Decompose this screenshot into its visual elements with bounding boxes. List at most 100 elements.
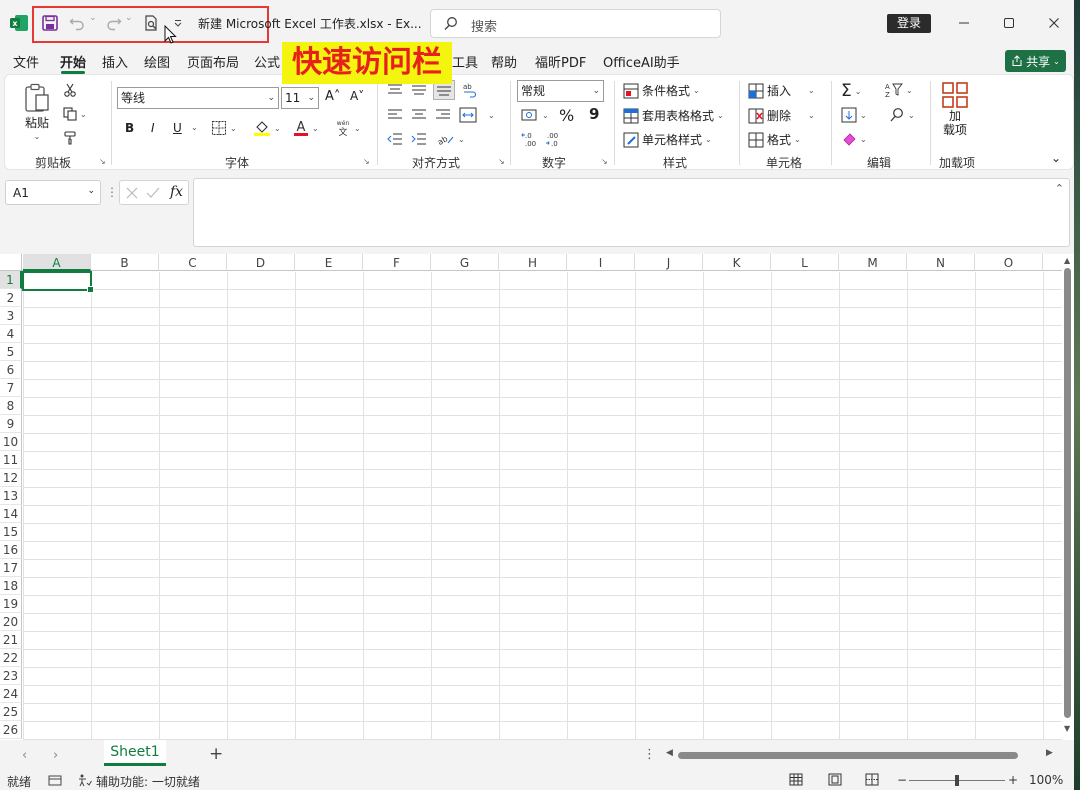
tab-help[interactable]: 帮助 (491, 52, 517, 71)
name-box-dropdown-icon[interactable]: ⌄ (87, 186, 95, 196)
sort-filter-icon[interactable]: A Z ⌄ (885, 82, 913, 98)
print-preview-icon[interactable] (141, 13, 161, 33)
tab-page-layout[interactable]: 页面布局 (187, 52, 239, 71)
find-select-icon[interactable]: ⌄ (889, 107, 915, 123)
cell-grid[interactable] (23, 272, 1062, 740)
save-icon[interactable] (40, 13, 60, 33)
row-header[interactable]: 18 (0, 577, 22, 595)
redo-dropdown-icon[interactable]: ⌄ (125, 13, 133, 23)
font-color-icon[interactable]: A ⌄ (293, 119, 319, 137)
zoom-out-icon[interactable]: − (897, 773, 907, 787)
row-header[interactable]: 24 (0, 685, 22, 703)
accessibility-icon[interactable] (78, 774, 92, 787)
row-header[interactable]: 26 (0, 721, 22, 739)
row-header[interactable]: 17 (0, 559, 22, 577)
row-header[interactable]: 2 (0, 289, 22, 307)
format-painter-icon[interactable] (63, 131, 77, 145)
column-header[interactable]: N (907, 254, 975, 271)
close-icon[interactable] (1042, 12, 1066, 34)
tab-insert[interactable]: 插入 (102, 52, 128, 71)
clear-icon[interactable]: ⌄ (841, 131, 867, 147)
tab-foxit-pdf[interactable]: 福昕PDF (535, 52, 586, 71)
scroll-up-icon[interactable]: ▲ (1064, 256, 1070, 265)
paste-button[interactable]: 粘贴 ⌄ (23, 83, 51, 141)
row-header[interactable]: 10 (0, 433, 22, 451)
add-ins-button[interactable]: 加 载项 (941, 81, 969, 137)
active-cell-a1[interactable] (22, 271, 94, 293)
accounting-format-icon[interactable]: ⌄ (521, 107, 549, 123)
font-name-select[interactable]: 等线 ⌄ (117, 87, 279, 109)
search-input[interactable]: 搜索 (430, 9, 721, 38)
number-format-select[interactable]: 常规 ⌄ (517, 80, 604, 102)
column-header[interactable]: H (499, 254, 567, 271)
row-header[interactable]: 9 (0, 415, 22, 433)
row-header[interactable]: 13 (0, 487, 22, 505)
formula-input[interactable]: ⌃ (193, 178, 1070, 247)
column-header[interactable]: G (431, 254, 499, 271)
align-top-icon[interactable] (387, 83, 403, 97)
bold-button[interactable]: B (125, 121, 134, 135)
column-header[interactable]: M (839, 254, 907, 271)
column-header[interactable]: B (91, 254, 159, 271)
row-header[interactable]: 20 (0, 613, 22, 631)
row-header[interactable]: 23 (0, 667, 22, 685)
font-launcher-icon[interactable]: ↘ (363, 157, 370, 166)
tab-file[interactable]: 文件 (13, 52, 39, 71)
format-cells-button[interactable]: 格式 ⌄ (748, 131, 801, 148)
login-button[interactable]: 登录 (887, 14, 931, 33)
wrap-text-icon[interactable]: ab (461, 81, 477, 99)
vertical-scroll-thumb[interactable] (1064, 268, 1071, 718)
copy-icon[interactable]: ⌄ (63, 107, 87, 121)
vertical-scrollbar[interactable]: ▲ ▼ (1062, 254, 1074, 740)
insert-function-button[interactable]: fx (170, 184, 183, 200)
italic-button[interactable]: I (151, 121, 155, 135)
conditional-formatting-button[interactable]: 条件格式 ⌄ (623, 82, 700, 99)
undo-dropdown-icon[interactable]: ⌄ (89, 13, 97, 23)
tab-draw[interactable]: 绘图 (144, 52, 170, 71)
scroll-down-icon[interactable]: ▼ (1064, 724, 1070, 733)
merge-center-icon[interactable]: ⌄ (459, 107, 495, 123)
collapse-formula-bar-icon[interactable]: ⌃ (1055, 182, 1064, 195)
column-header[interactable]: A (23, 254, 91, 271)
column-header[interactable]: F (363, 254, 431, 271)
column-header[interactable]: C (159, 254, 227, 271)
comma-style-button[interactable]: 9 (589, 105, 599, 123)
horizontal-scroll-thumb[interactable] (678, 752, 1018, 759)
sheet-prev-icon[interactable]: ‹ (22, 748, 27, 763)
cell-styles-button[interactable]: 单元格样式 ⌄ (623, 131, 712, 148)
increase-decimal-icon[interactable]: .0.00 (521, 131, 539, 147)
align-left-icon[interactable] (387, 108, 403, 122)
row-header[interactable]: 5 (0, 343, 22, 361)
undo-icon[interactable] (67, 13, 87, 33)
row-header[interactable]: 22 (0, 649, 22, 667)
shrink-font-button[interactable]: A˅ (350, 89, 364, 103)
column-header[interactable]: I (567, 254, 635, 271)
orientation-icon[interactable]: ab ⌄ (437, 131, 465, 147)
scroll-right-icon[interactable]: ▶ (1046, 748, 1053, 758)
column-header[interactable]: L (771, 254, 839, 271)
redo-icon[interactable] (104, 13, 124, 33)
percent-style-button[interactable]: % (559, 106, 574, 125)
collapse-ribbon-icon[interactable]: ⌄ (1051, 151, 1061, 165)
cancel-entry-icon[interactable] (126, 187, 138, 199)
row-header[interactable]: 4 (0, 325, 22, 343)
minimize-icon[interactable] (952, 12, 976, 34)
row-header[interactable]: 6 (0, 361, 22, 379)
underline-dropdown-icon[interactable]: ⌄ (191, 123, 198, 132)
phonetic-guide-icon[interactable]: wén 文 ⌄ (335, 119, 361, 137)
zoom-slider-thumb[interactable] (955, 775, 959, 786)
sheet-next-icon[interactable]: › (53, 748, 58, 763)
select-all-corner[interactable] (0, 254, 22, 271)
name-box[interactable]: A1 ⌄ (5, 180, 101, 205)
number-launcher-icon[interactable]: ↘ (601, 157, 608, 166)
zoom-in-icon[interactable]: + (1008, 773, 1018, 787)
cut-icon[interactable] (63, 83, 77, 97)
more-sheets-icon[interactable]: ⋮ (643, 747, 656, 762)
add-sheet-icon[interactable]: + (209, 744, 223, 764)
column-header[interactable]: J (635, 254, 703, 271)
borders-icon[interactable]: ⌄ (211, 120, 237, 136)
tab-home[interactable]: 开始 (60, 52, 86, 71)
align-center-icon[interactable] (411, 108, 427, 122)
row-header[interactable]: 3 (0, 307, 22, 325)
column-header[interactable]: E (295, 254, 363, 271)
